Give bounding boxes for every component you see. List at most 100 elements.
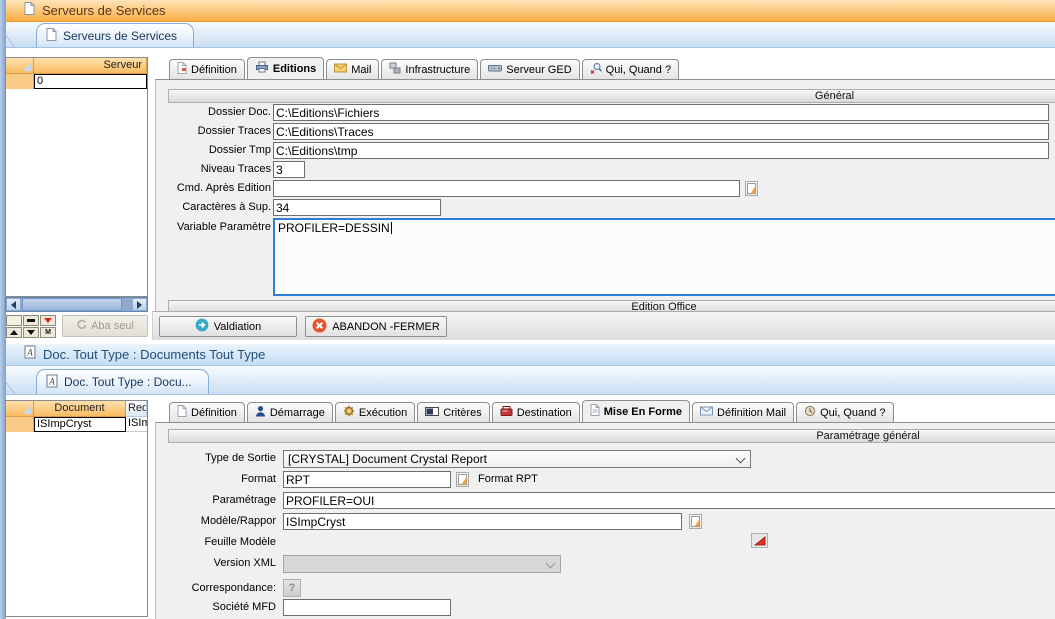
browse-icon: [691, 516, 700, 527]
record-up-button[interactable]: [6, 327, 22, 338]
bottom-window-tab-label: Doc. Tout Type : Docu...: [64, 375, 192, 389]
dossier-doc-field[interactable]: [273, 104, 1049, 121]
record-down-button[interactable]: [23, 327, 39, 338]
bottom-form-body: Paramétrage général Type de Sortie [CRYS…: [155, 422, 1055, 619]
dossier-traces-label: Dossier Traces: [166, 123, 271, 140]
scroll-left-icon: [11, 301, 16, 309]
tab-definition[interactable]: Définition: [169, 402, 245, 422]
scroll-right-button[interactable]: [132, 298, 147, 311]
format-label: Format: [166, 471, 276, 488]
infrastructure-icon: [389, 62, 401, 77]
tab-label: Exécution: [359, 407, 407, 419]
tab-label: Editions: [273, 63, 316, 75]
tab-label: Qui, Quand ?: [820, 407, 885, 419]
cmd-apres-edition-field[interactable]: [273, 180, 740, 197]
document-icon: [590, 404, 600, 419]
cell-serveur-value[interactable]: 0: [34, 74, 147, 89]
bottom-window-titlebar: A Doc. Tout Type : Documents Tout Type: [6, 344, 1055, 366]
tab-infrastructure[interactable]: Infrastructure: [381, 59, 478, 79]
top-window-tabstrip: Serveurs de Services: [6, 22, 1055, 48]
bottom-window-title: Doc. Tout Type : Documents Tout Type: [43, 347, 265, 362]
tab-label: Définition: [191, 64, 237, 76]
correspondance-help-button[interactable]: ?: [283, 579, 301, 597]
svg-text:A: A: [26, 348, 33, 358]
type-de-sortie-value: [CRYSTAL] Document Crystal Report: [288, 451, 487, 467]
tab-execution[interactable]: Exécution: [335, 402, 415, 422]
tab-editions[interactable]: Editions: [247, 57, 324, 79]
tab-definition[interactable]: Définition: [169, 59, 245, 79]
record-last-button[interactable]: M: [40, 327, 56, 338]
format-hint-text: Format RPT: [478, 471, 538, 488]
parametrage-field[interactable]: [283, 492, 1055, 509]
document-icon: [177, 405, 187, 420]
bottom-window-tabstrip: A Doc. Tout Type : Docu...: [6, 366, 1055, 395]
feuille-modele-edit-button[interactable]: [751, 533, 768, 548]
dossier-tmp-field[interactable]: [273, 142, 1049, 159]
top-window-tab[interactable]: Serveurs de Services: [36, 23, 194, 47]
record-insert-button[interactable]: [6, 315, 22, 326]
feuille-modele-label: Feuille Modèle: [166, 534, 276, 551]
tab-demarrage[interactable]: Démarrage: [247, 402, 333, 422]
cell-document-value[interactable]: ISImpCryst: [34, 417, 126, 432]
column-header-document[interactable]: Document: [34, 401, 126, 417]
application-window: Serveurs de Services Serveurs de Service…: [0, 0, 1055, 619]
column-header-serveur[interactable]: Serveur: [34, 58, 147, 74]
societe-mfd-field[interactable]: [283, 599, 451, 616]
table-row: ISImpCryst ISImpE: [6, 417, 147, 432]
record-edit-button[interactable]: [23, 315, 39, 326]
correspondance-label: Correspondance:: [166, 579, 276, 597]
document-icon: [177, 62, 187, 77]
bottom-window-tab[interactable]: A Doc. Tout Type : Docu...: [36, 369, 209, 394]
cmd-browse-button[interactable]: [745, 181, 758, 196]
scroll-left-button[interactable]: [6, 298, 21, 311]
group-header-edition-office: Edition Office: [168, 300, 1055, 311]
tab-qui-quand[interactable]: Qui, Quand ?: [582, 59, 679, 79]
tabstrip-edge-line: [0, 27, 39, 47]
grid-corner-select-all[interactable]: [6, 58, 34, 74]
variable-parametre-value: PROFILER=DESSIN: [278, 221, 390, 235]
record-delete-button[interactable]: [40, 315, 56, 326]
scroll-right-icon: [137, 301, 142, 309]
cell-requete-value[interactable]: ISImpE: [126, 417, 147, 432]
tab-mise-en-forme[interactable]: Mise En Forme: [582, 400, 690, 422]
societe-mfd-label: Société MFD: [166, 599, 276, 616]
format-field[interactable]: [283, 471, 451, 488]
abandon-button-label: ABANDON -FERMER: [332, 321, 440, 333]
tab-qui-quand[interactable]: Qui, Quand ?: [796, 402, 893, 422]
document-grid: Document Requ ISImpCryst ISImpE: [5, 400, 148, 617]
variable-parametre-field[interactable]: PROFILER=DESSIN: [273, 218, 1055, 296]
person-icon: [255, 405, 266, 420]
modele-browse-button[interactable]: [689, 514, 702, 529]
search-audit-icon: [590, 62, 602, 77]
document-grid-header-row: Document Requ: [6, 401, 147, 417]
tab-serveur-ged[interactable]: Serveur GED: [480, 59, 579, 79]
tab-definition-mail[interactable]: Définition Mail: [692, 402, 794, 422]
modele-rappor-field[interactable]: [283, 513, 682, 530]
grid-horizontal-scrollbar[interactable]: [5, 297, 148, 312]
column-header-requete[interactable]: Requ: [126, 401, 147, 417]
dossier-traces-field[interactable]: [273, 123, 1049, 140]
version-xml-select[interactable]: [283, 555, 561, 573]
validation-button[interactable]: Valdiation: [159, 316, 297, 337]
scrollbar-track[interactable]: [122, 298, 132, 311]
format-browse-button[interactable]: [456, 472, 469, 487]
grid-corner-select-all[interactable]: [6, 401, 34, 417]
chevron-down-icon: [736, 454, 746, 464]
tab-criteres[interactable]: Critères: [417, 402, 490, 422]
tab-label: Destination: [517, 407, 572, 419]
browse-icon: [458, 474, 467, 485]
aba-seul-button[interactable]: Aba seul: [62, 315, 148, 337]
caracteres-a-sup-field[interactable]: [273, 199, 441, 216]
type-de-sortie-select[interactable]: [CRYSTAL] Document Crystal Report: [283, 450, 751, 468]
dossier-doc-label: Dossier Doc.: [166, 104, 271, 121]
criteria-icon: [425, 407, 439, 419]
abandon-fermer-button[interactable]: ABANDON -FERMER: [305, 316, 447, 337]
bottom-form-tabbar: Définition Démarrage Exécution Critères …: [155, 400, 1055, 422]
niveau-traces-field[interactable]: [273, 161, 305, 178]
top-form-tabbar: Définition Editions Mail Infrastructure …: [155, 57, 1055, 79]
tab-destination[interactable]: Destination: [492, 402, 580, 422]
tab-mail[interactable]: Mail: [326, 59, 379, 79]
document-icon: [24, 2, 35, 20]
browse-icon: [747, 183, 756, 194]
scrollbar-thumb[interactable]: [22, 298, 122, 311]
